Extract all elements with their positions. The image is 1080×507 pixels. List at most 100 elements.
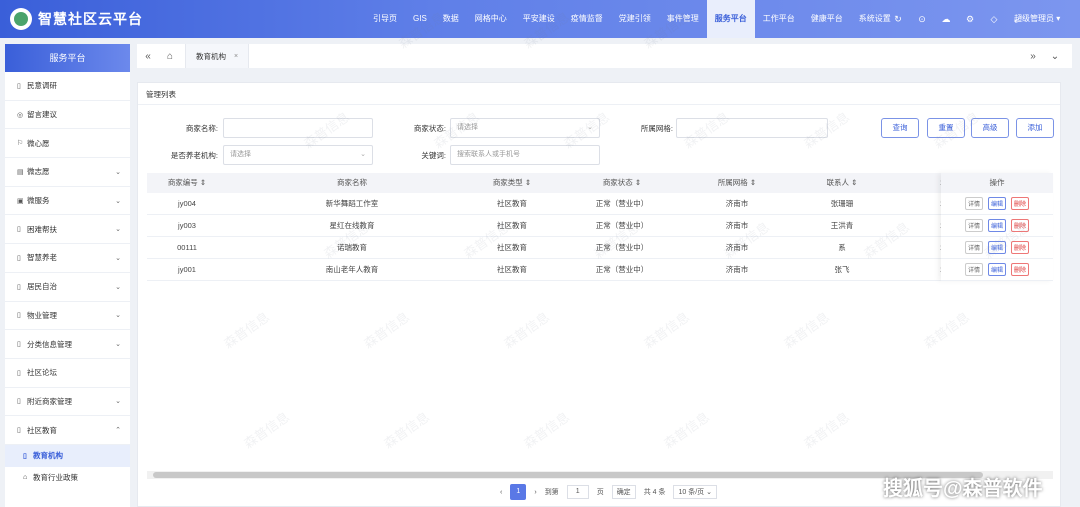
detail-button[interactable]: 详情 <box>964 263 983 276</box>
theme-icon[interactable]: ☁ <box>934 14 958 25</box>
sidebar-item-label: 微心愿 <box>27 138 50 148</box>
sidebar-item[interactable]: ▤ 微志愿 ⌄ <box>5 158 130 187</box>
home-icon[interactable]: ⌂ <box>159 51 181 62</box>
app-title: 智慧社区云平台 <box>38 11 143 27</box>
table-header: 商家编号 ⇕商家名称商家类型 ⇕商家状态 ⇕所属网格 ⇕联系人 ⇕1 <box>147 173 1053 193</box>
nav-item[interactable]: 服务平台 <box>706 0 755 38</box>
table-cell: jy001 <box>178 265 196 274</box>
next-page-icon[interactable]: › <box>534 489 536 496</box>
confirm-button[interactable]: 确定 <box>611 485 636 499</box>
sidebar-item[interactable]: ◎ 留言建议 <box>5 101 130 130</box>
nav-item[interactable]: GIS <box>405 0 435 38</box>
column-header[interactable]: 商家类型 ⇕ <box>467 173 557 193</box>
nav-item[interactable]: 工作平台 <box>755 0 803 38</box>
merchant-name-input[interactable] <box>223 118 373 138</box>
column-header[interactable]: 商家状态 ⇕ <box>567 173 677 193</box>
table-row[interactable]: jy003星红在线教育社区教育正常（营业中）济南市王洪青1 <box>147 215 1053 237</box>
merchant-status-select[interactable]: 请选择 ⌄ <box>450 118 600 138</box>
table-cell: 济南市 <box>725 243 749 252</box>
sidebar-item-label: 附近商家管理 <box>27 396 72 406</box>
reset-button[interactable]: 重置 <box>927 118 965 138</box>
chevron-down-icon[interactable]: ⌄ <box>1044 51 1066 62</box>
settings-icon[interactable]: ⚙ <box>958 14 982 25</box>
detail-button[interactable]: 详情 <box>964 219 983 232</box>
op-row: 详情 编辑 删除 <box>941 193 1053 215</box>
menu-icon: ⌂ <box>23 474 28 482</box>
sidebar-item[interactable]: ⚐ 微心愿 <box>5 129 130 159</box>
edit-button[interactable]: 编辑 <box>987 241 1006 254</box>
prev-page-icon[interactable]: ‹ <box>500 489 502 496</box>
elderly-select[interactable]: 请选择 ⌄ <box>223 145 373 165</box>
app-logo[interactable]: 智慧社区云平台 <box>10 8 170 30</box>
scrollbar-thumb[interactable] <box>153 472 983 478</box>
nav-item[interactable]: 平安建设 <box>515 0 563 38</box>
tag-icon[interactable]: ◇ <box>982 14 1006 25</box>
detail-button[interactable]: 详情 <box>964 241 983 254</box>
table-cell: 正常（营业中） <box>595 221 649 230</box>
column-header[interactable]: 所属网格 ⇕ <box>692 173 782 193</box>
refresh-icon[interactable]: ↻ <box>886 14 910 25</box>
op-row: 详情 编辑 删除 <box>941 259 1053 281</box>
table-cell: 系 <box>838 243 846 252</box>
chevron-icon: ⌄ <box>115 398 121 406</box>
sidebar-item-label: 困难帮扶 <box>27 224 57 234</box>
user-menu[interactable]: 超级管理员 ▾ <box>1014 0 1060 38</box>
sidebar-item[interactable]: ▯ 社区教育 ⌃ <box>5 416 130 445</box>
delete-button[interactable]: 删除 <box>1011 241 1030 254</box>
nav-item[interactable]: 网格中心 <box>467 0 515 38</box>
sidebar-item[interactable]: ▯ 附近商家管理 ⌄ <box>5 388 130 417</box>
advanced-button[interactable]: 高级 <box>971 118 1009 138</box>
nav-item[interactable]: 疫情监督 <box>563 0 611 38</box>
query-button[interactable]: 查询 <box>881 118 919 138</box>
tab-label: 教育机构 <box>196 51 226 61</box>
table-row[interactable]: jy004新华舞蹈工作室社区教育正常（营业中）济南市张珊珊1 <box>147 193 1053 215</box>
tab-current[interactable]: 教育机构 × <box>185 44 250 68</box>
nav-item[interactable]: 健康平台 <box>803 0 851 38</box>
delete-button[interactable]: 删除 <box>1011 219 1030 232</box>
nav-item[interactable]: 事件管理 <box>659 0 707 38</box>
table-cell: jy004 <box>178 199 196 208</box>
sidebar-item[interactable]: ▯ 困难帮扶 ⌄ <box>5 215 130 245</box>
sidebar-item-label: 社区教育 <box>27 425 57 435</box>
sidebar-item[interactable]: ▯ 社区论坛 <box>5 359 130 388</box>
delete-button[interactable]: 删除 <box>1011 197 1030 210</box>
table-cell: 星红在线教育 <box>329 221 375 230</box>
tab-close-icon[interactable]: × <box>234 53 238 60</box>
op-row: 详情 编辑 删除 <box>941 215 1053 237</box>
sidebar-subitem[interactable]: ⌂ 教育行业政策 <box>5 467 130 489</box>
edit-button[interactable]: 编辑 <box>987 263 1006 276</box>
sidebar-item[interactable]: ▯ 民意调研 <box>5 72 130 101</box>
edit-button[interactable]: 编辑 <box>987 197 1006 210</box>
current-page[interactable]: 1 <box>510 484 527 500</box>
lock-icon[interactable]: ⊙ <box>910 14 934 25</box>
sidebar-item[interactable]: ▣ 微服务 ⌄ <box>5 187 130 216</box>
delete-button[interactable]: 删除 <box>1011 263 1030 276</box>
table-row[interactable]: jy001南山老年人教育社区教育正常（营业中）济南市张飞1 <box>147 259 1053 281</box>
sidebar-item[interactable]: ▯ 物业管理 ⌄ <box>5 302 130 331</box>
sidebar-header: 服务平台 <box>5 44 130 72</box>
column-header[interactable]: 商家名称 <box>277 173 427 193</box>
detail-button[interactable]: 详情 <box>964 197 983 210</box>
sidebar-item[interactable]: ▯ 智慧养老 ⌄ <box>5 244 130 273</box>
nav-item[interactable]: 党建引领 <box>611 0 659 38</box>
sidebar-item[interactable]: ▯ 分类信息管理 ⌄ <box>5 330 130 359</box>
collapse-left-icon[interactable]: « <box>137 51 159 62</box>
table-cell: 济南市 <box>725 199 749 208</box>
table-row[interactable]: 00111诺瑞教育社区教育正常（营业中）济南市系1 <box>147 237 1053 259</box>
grid-input[interactable] <box>676 118 828 138</box>
keyword-input[interactable]: 搜索联系人或手机号 <box>450 145 600 165</box>
nav-item[interactable]: 数据 <box>435 0 467 38</box>
column-header[interactable]: 联系人 ⇕ <box>797 173 887 193</box>
sidebar-item[interactable]: ▯ 居民自治 ⌄ <box>5 273 130 302</box>
sidebar-item-label: 民意调研 <box>27 81 57 91</box>
column-header[interactable]: 商家编号 ⇕ <box>147 173 227 193</box>
page-size-select[interactable]: 10 条/页 ⌄ <box>673 485 717 499</box>
sidebar-subitem[interactable]: ▯ 教育机构 <box>5 444 130 467</box>
menu-icon: ▯ <box>17 226 21 234</box>
edit-button[interactable]: 编辑 <box>987 219 1006 232</box>
scroll-right-icon[interactable]: » <box>1022 51 1044 62</box>
add-button[interactable]: 添加 <box>1016 118 1054 138</box>
menu-icon: ◎ <box>17 111 24 119</box>
nav-item[interactable]: 引导页 <box>365 0 405 38</box>
page-input[interactable]: 1 <box>566 485 589 499</box>
